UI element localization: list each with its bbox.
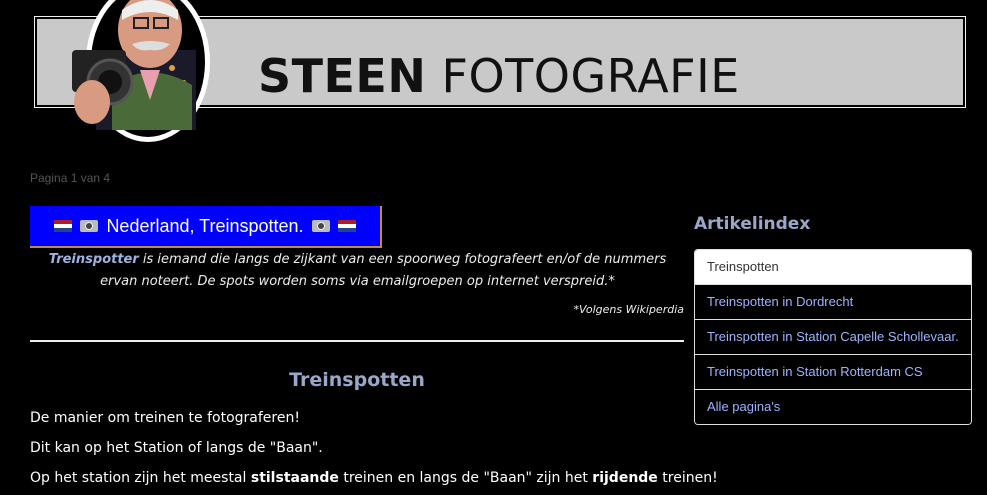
intro-body: is iemand die langs de zijkant van een s… [100,252,667,289]
text-span: treinen en langs de "Baan" zijn het [338,470,593,486]
text-span: treinen! [657,470,718,486]
intro-keyword: Treinspotter [48,252,139,267]
sidebar-item-capelle[interactable]: Treinspotten in Station Capelle Schollev… [695,319,971,354]
text-strong: stilstaande [250,470,339,486]
brand-logo-text: STEEN FOTOGRAFIE [258,53,740,99]
brand-bold: STEEN [258,49,427,103]
article-paragraph: De manier om treinen te fotograferen! [30,410,300,426]
article-paragraph: Dit kan op het Station of langs de "Baan… [30,440,323,456]
article-index-list: Treinspotten Treinspotten in Dordrecht T… [694,249,972,425]
intro-text: Treinspotter is iemand die langs de zijk… [30,249,685,293]
photographer-portrait-icon [72,0,210,142]
article-heading: Treinspotten [289,369,425,391]
sidebar-title: Artikelindex [694,214,811,234]
brand-regular: FOTOGRAFIE [426,49,740,103]
sidebar-item-dordrecht[interactable]: Treinspotten in Dordrecht [695,284,971,319]
netherlands-flag-icon [54,220,73,232]
sidebar-item-treinspotten[interactable]: Treinspotten [695,250,971,284]
netherlands-flag-icon [337,220,356,232]
title-bar-text: Nederland, Treinspotten. [106,215,304,236]
pagination-label: Pagina 1 van 4 [30,171,111,185]
camera-icon [311,220,330,232]
article-title-bar: Nederland, Treinspotten. [30,206,382,248]
camera-icon [80,220,99,232]
sidebar-item-rotterdam[interactable]: Treinspotten in Station Rotterdam CS [695,354,971,389]
divider [30,340,684,342]
text-strong: rijdende [592,470,658,486]
text-span: Op het station zijn het meestal [30,470,251,486]
article-paragraph: Op het station zijn het meestal stilstaa… [30,470,718,486]
intro-source: *Volgens Wikiperdia [573,303,684,316]
sidebar-item-all-pages[interactable]: Alle pagina's [695,389,971,424]
